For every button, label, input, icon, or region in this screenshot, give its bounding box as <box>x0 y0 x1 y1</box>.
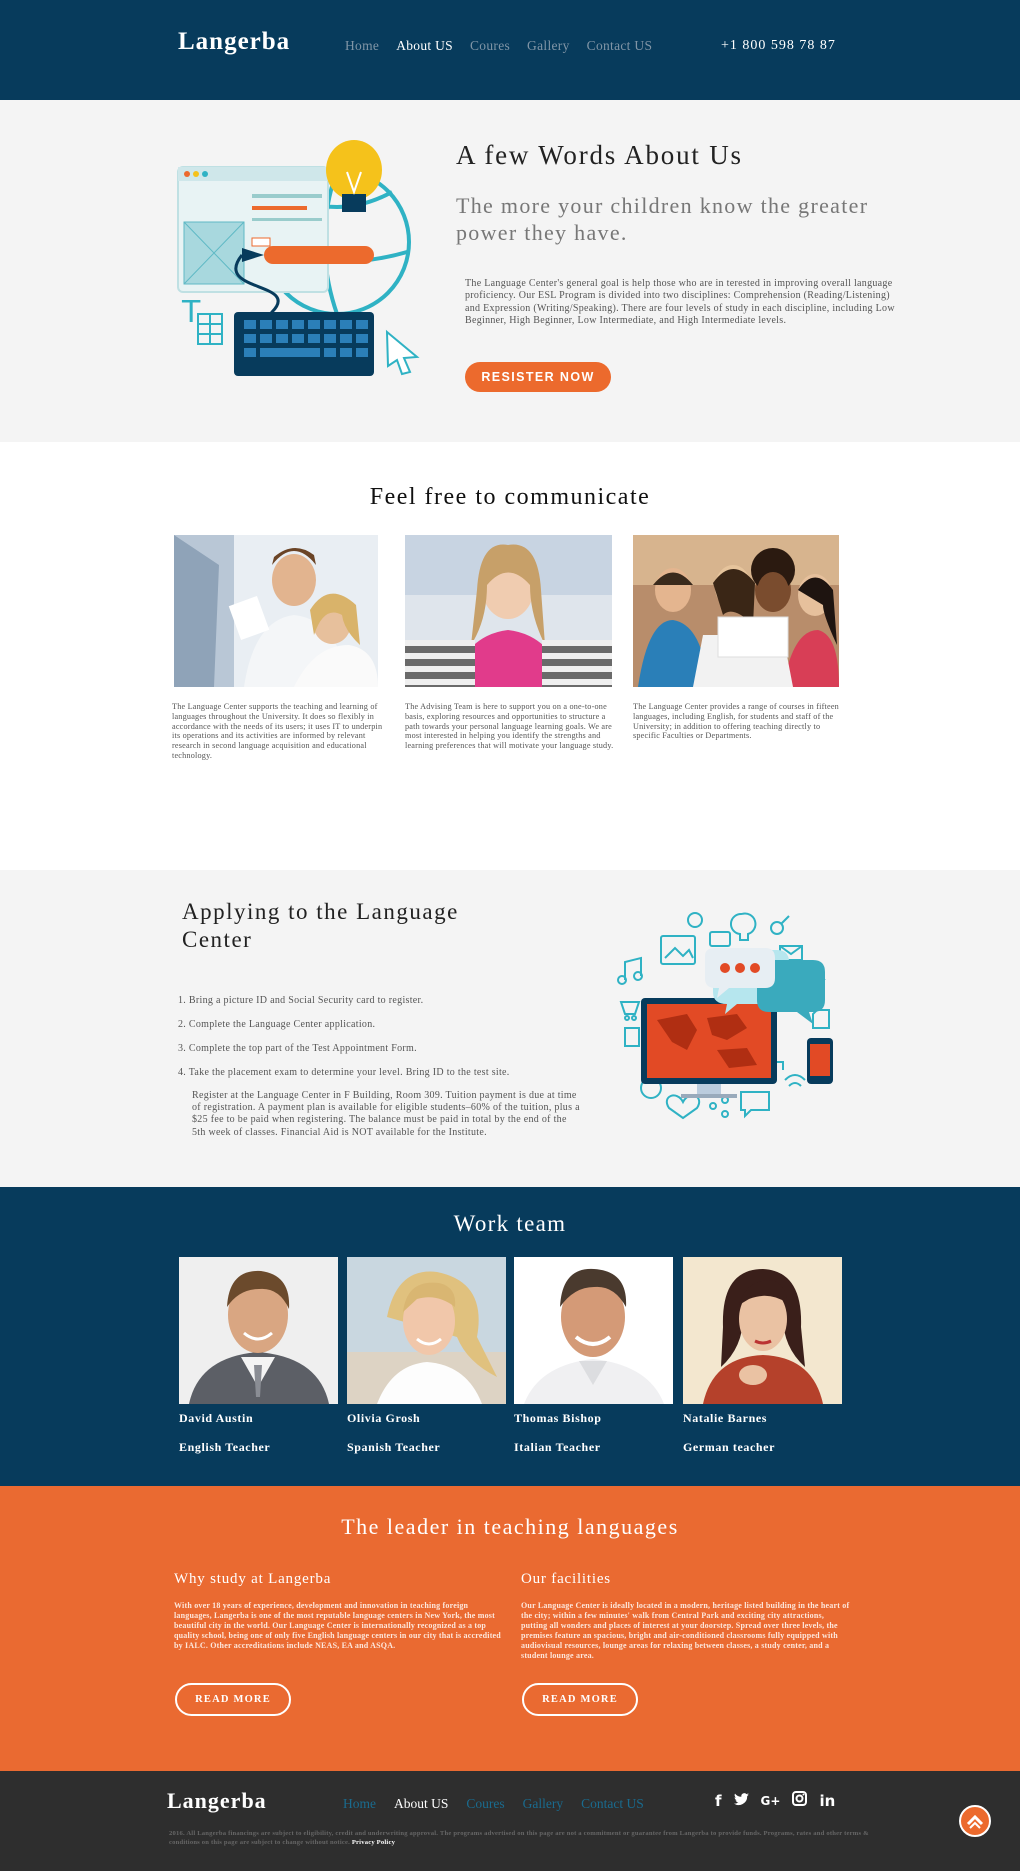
leader-title: The leader in teaching languages <box>341 1514 679 1539</box>
registration-note: Register at the Language Center in F Bui… <box>192 1090 580 1138</box>
footer-nav: Home About US Coures Gallery Contact US <box>343 1796 644 1812</box>
member-role: German teacher <box>683 1440 776 1454</box>
site-header: Langerba Home About US Coures Gallery Co… <box>0 0 1020 100</box>
why-study-text: With over 18 years of experience, develo… <box>174 1601 501 1650</box>
card-text-3: The Language Center provides a range of … <box>633 702 839 741</box>
team-title: Work team <box>453 1211 567 1236</box>
communicate-title: Feel free to communicate <box>369 484 651 510</box>
member-role: English Teacher <box>179 1440 271 1454</box>
member-name: Natalie Barnes <box>683 1411 768 1425</box>
step-item: 4. Take the placement exam to determine … <box>178 1067 510 1078</box>
back-to-top-button[interactable] <box>959 1805 991 1837</box>
facilities-column: Our facilities Our Language Center is id… <box>521 1571 851 1661</box>
students-photo-3 <box>633 535 839 687</box>
member-role: Spanish Teacher <box>347 1440 441 1454</box>
site-footer: Langerba Home About US Coures Gallery Co… <box>0 1771 1020 1871</box>
nav-gallery[interactable]: Gallery <box>527 38 570 54</box>
why-study-column: Why study at Langerba With over 18 years… <box>174 1571 504 1651</box>
team-member-card[interactable]: David Austin English Teacher <box>179 1257 338 1455</box>
footer-nav-gallery[interactable]: Gallery <box>523 1796 563 1812</box>
card-text-1: The Language Center supports the teachin… <box>172 702 383 760</box>
team-member-card[interactable]: Thomas Bishop Italian Teacher <box>514 1257 673 1455</box>
step-item: 3. Complete the top part of the Test App… <box>178 1043 417 1054</box>
member-photo <box>683 1257 842 1404</box>
card-text-2: The Advising Team is here to support you… <box>405 702 614 751</box>
team-member-card[interactable]: Natalie Barnes German teacher <box>683 1257 842 1455</box>
nav-about[interactable]: About US <box>396 38 453 54</box>
step-item: 1. Bring a picture ID and Social Securit… <box>178 995 424 1006</box>
nav-home[interactable]: Home <box>345 38 379 54</box>
footer-nav-courses[interactable]: Coures <box>466 1796 504 1812</box>
about-description: The Language Center's general goal is he… <box>465 278 895 327</box>
instagram-icon[interactable] <box>792 1791 808 1810</box>
facilities-text: Our Language Center is ideally located i… <box>521 1601 850 1660</box>
member-photo <box>514 1257 673 1404</box>
read-more-button[interactable]: READ MORE <box>522 1683 638 1716</box>
social-links: f G+ in <box>715 1791 835 1810</box>
about-tagline: The more your children know the greater … <box>456 193 869 245</box>
about-section: T A few Words About Us The more your chi… <box>0 100 1020 442</box>
students-photo-1 <box>174 535 378 687</box>
member-name: David Austin <box>179 1411 254 1425</box>
applying-section: Applying to the Language Center 1. Bring… <box>0 870 1020 1187</box>
member-name: Olivia Grosh <box>347 1411 421 1425</box>
read-more-button[interactable]: READ MORE <box>175 1683 291 1716</box>
chevron-up-icon <box>966 1814 984 1829</box>
member-role: Italian Teacher <box>514 1440 601 1454</box>
header-phone[interactable]: +1 800 598 78 87 <box>721 38 836 54</box>
step-item: 2. Complete the Language Center applicat… <box>178 1019 376 1030</box>
google-plus-icon[interactable]: G+ <box>761 1794 781 1808</box>
member-name: Thomas Bishop <box>514 1411 602 1425</box>
facilities-title: Our facilities <box>521 1571 611 1587</box>
member-photo <box>347 1257 506 1404</box>
team-member-card[interactable]: Olivia Grosh Spanish Teacher <box>347 1257 506 1455</box>
main-nav: Home About US Coures Gallery Contact US <box>345 38 652 54</box>
footer-nav-contact[interactable]: Contact US <box>581 1796 644 1812</box>
twitter-icon[interactable] <box>733 1792 749 1810</box>
footer-logo[interactable]: Langerba <box>167 1788 267 1814</box>
facebook-icon[interactable]: f <box>715 1792 722 1810</box>
register-now-button[interactable]: RESISTER NOW <box>465 362 611 392</box>
why-study-title: Why study at Langerba <box>174 1571 332 1587</box>
privacy-policy-link[interactable]: Privacy Policy <box>352 1839 395 1846</box>
application-steps: 1. Bring a picture ID and Social Securit… <box>178 995 598 1091</box>
learning-illustration: T <box>177 140 420 376</box>
site-logo[interactable]: Langerba <box>178 28 290 56</box>
nav-contact[interactable]: Contact US <box>587 38 653 54</box>
legal-text: 2016. All Langerba financings are subjec… <box>169 1830 869 1846</box>
footer-nav-about[interactable]: About US <box>394 1796 448 1812</box>
team-section: Work team David Austin English Teacher O… <box>0 1187 1020 1486</box>
communication-illustration <box>617 912 833 1120</box>
footer-nav-home[interactable]: Home <box>343 1796 376 1812</box>
member-photo <box>179 1257 338 1404</box>
about-title: A few Words About Us <box>456 140 743 170</box>
students-photo-2 <box>405 535 612 687</box>
applying-title: Applying to the Language Center <box>182 899 459 952</box>
nav-courses[interactable]: Coures <box>470 38 510 54</box>
footer-legal: 2016. All Langerba financings are subjec… <box>169 1829 889 1847</box>
communicate-section: Feel free to communicate The Language Ce… <box>0 442 1020 870</box>
linkedin-icon[interactable]: in <box>819 1792 835 1810</box>
leader-section: The leader in teaching languages Why stu… <box>0 1486 1020 1771</box>
